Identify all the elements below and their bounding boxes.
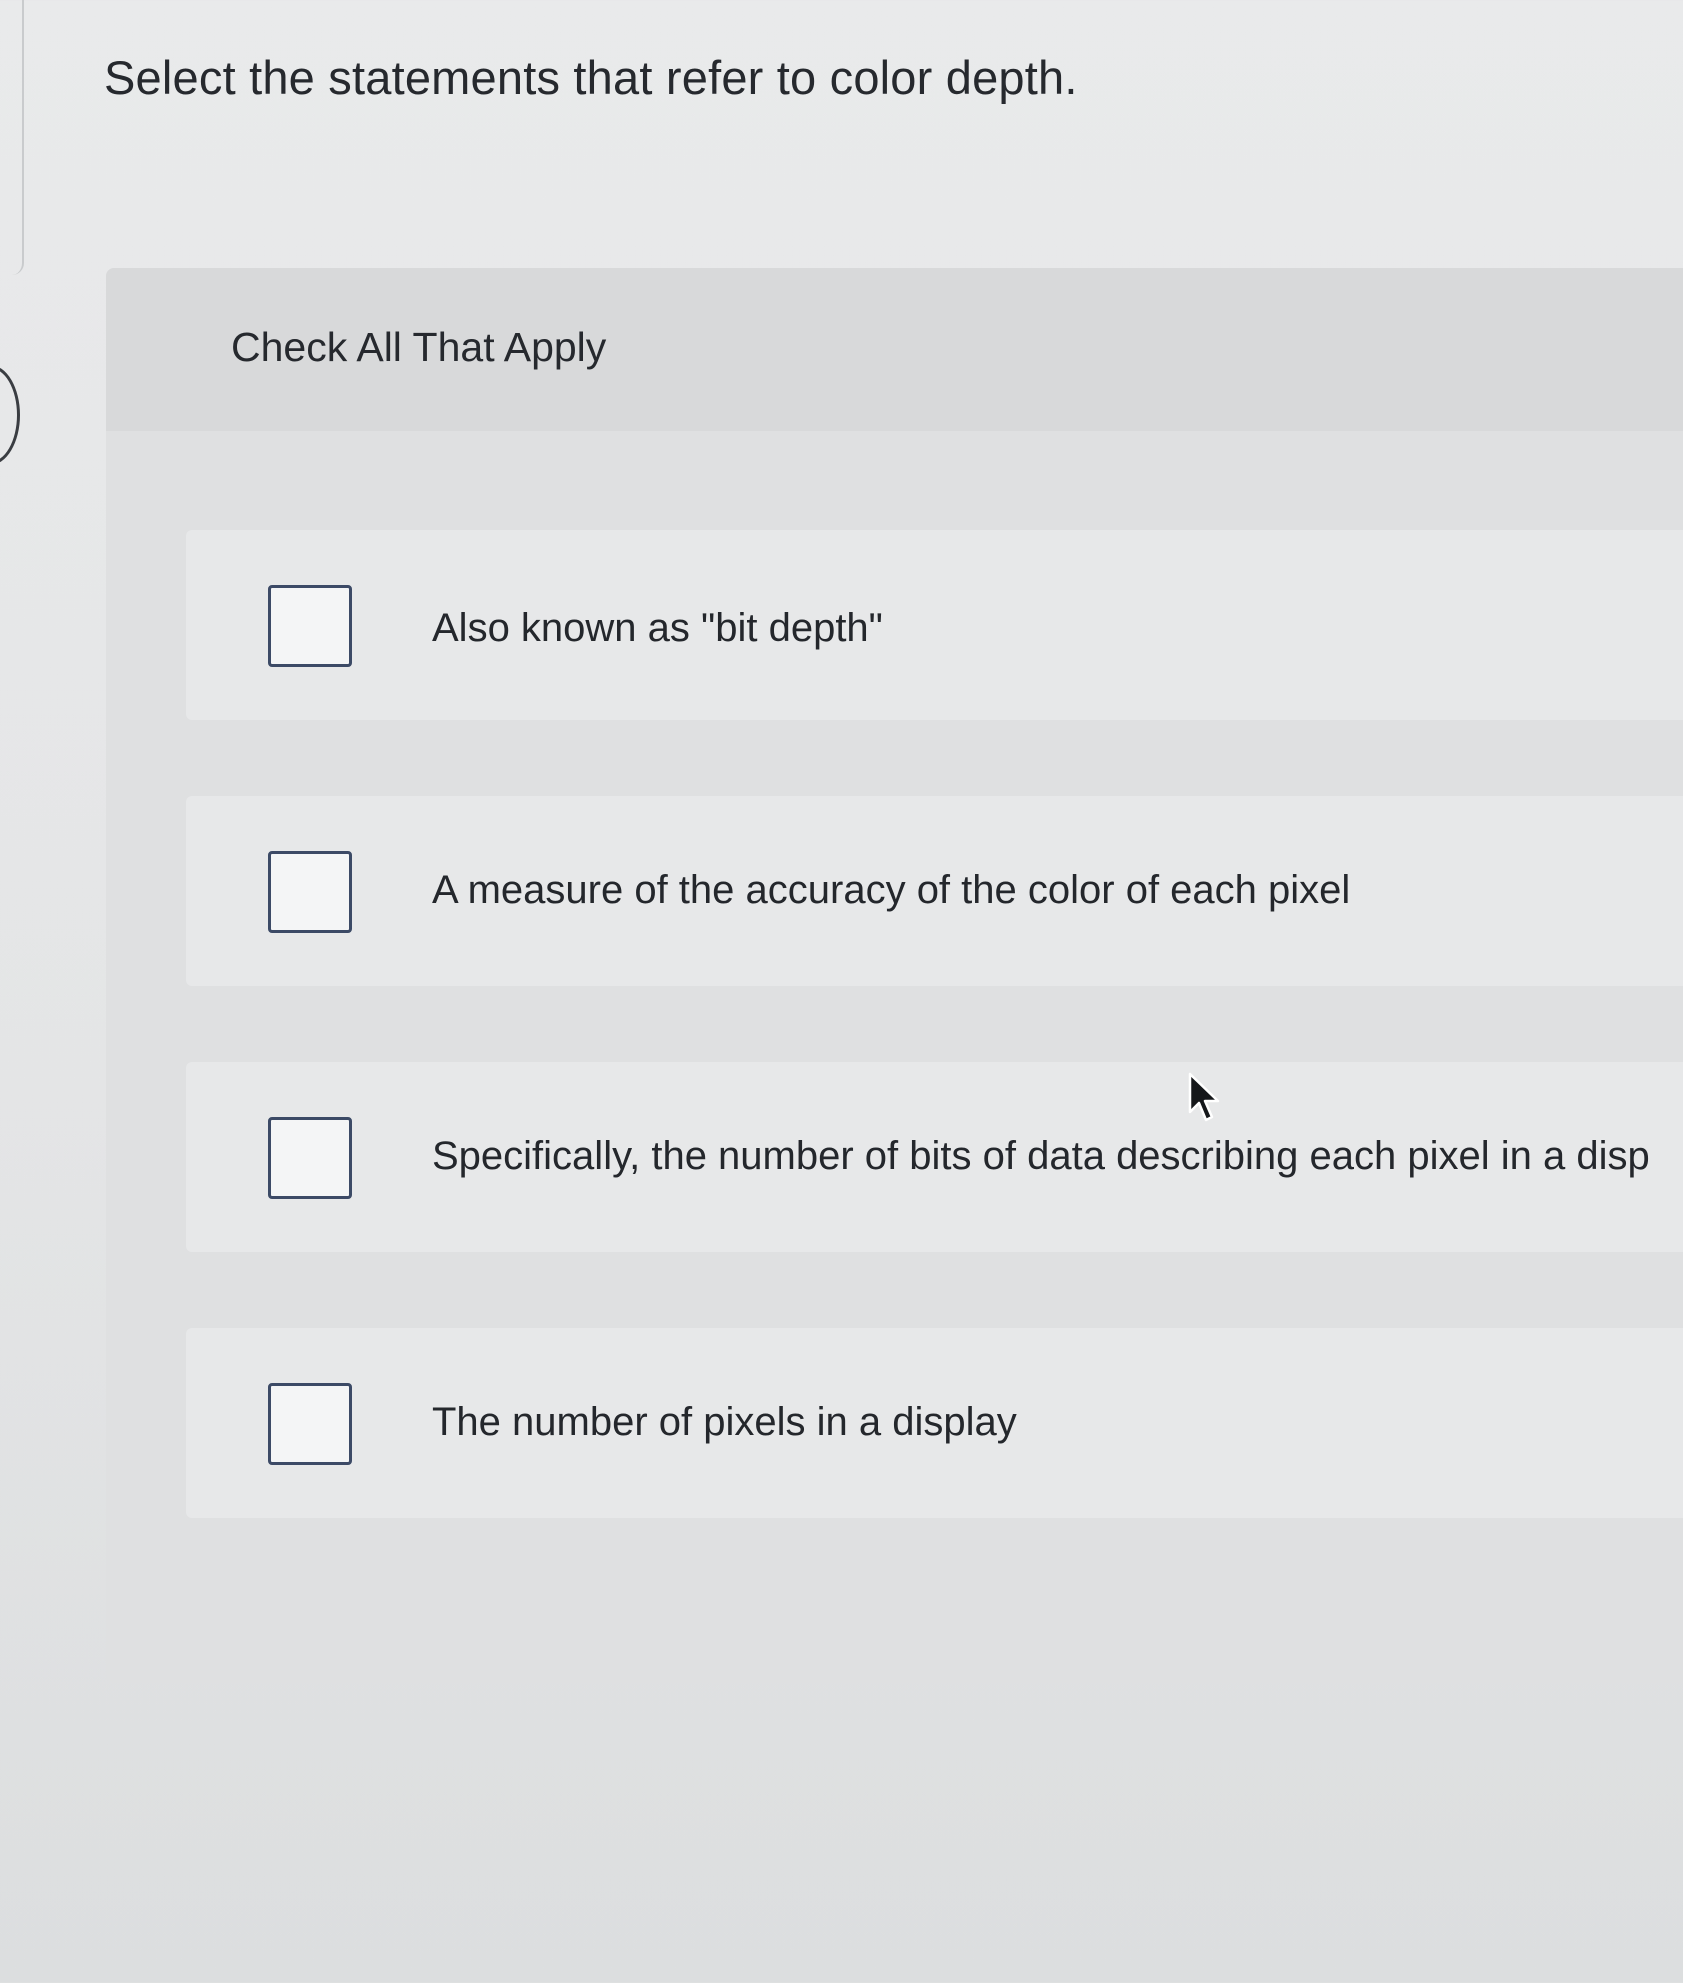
left-panel-edge xyxy=(0,0,24,275)
checkbox-bits-per-pixel[interactable] xyxy=(268,1117,352,1199)
answer-panel: Check All That Apply Also known as "bit … xyxy=(106,268,1683,1683)
option-label: Specifically, the number of bits of data… xyxy=(432,1134,1650,1178)
checkbox-accuracy[interactable] xyxy=(268,851,352,933)
option-label: Also known as "bit depth" xyxy=(432,606,883,650)
option-label: The number of pixels in a display xyxy=(432,1400,1017,1444)
checkbox-pixel-count[interactable] xyxy=(268,1383,352,1465)
option-accuracy[interactable]: A measure of the accuracy of the color o… xyxy=(186,796,1683,986)
option-label: A measure of the accuracy of the color o… xyxy=(432,868,1351,912)
panel-header: Check All That Apply xyxy=(106,268,1683,431)
option-bit-depth[interactable]: Also known as "bit depth" xyxy=(186,530,1683,720)
mouse-pointer-icon xyxy=(1188,1072,1220,1122)
left-edge-control xyxy=(0,365,20,465)
option-bits-per-pixel[interactable]: Specifically, the number of bits of data… xyxy=(186,1062,1683,1252)
checkbox-bit-depth[interactable] xyxy=(268,585,352,667)
option-pixel-count[interactable]: The number of pixels in a display xyxy=(186,1328,1683,1518)
check-all-that-apply-label: Check All That Apply xyxy=(231,324,607,370)
question-title: Select the statements that refer to colo… xyxy=(104,51,1078,104)
